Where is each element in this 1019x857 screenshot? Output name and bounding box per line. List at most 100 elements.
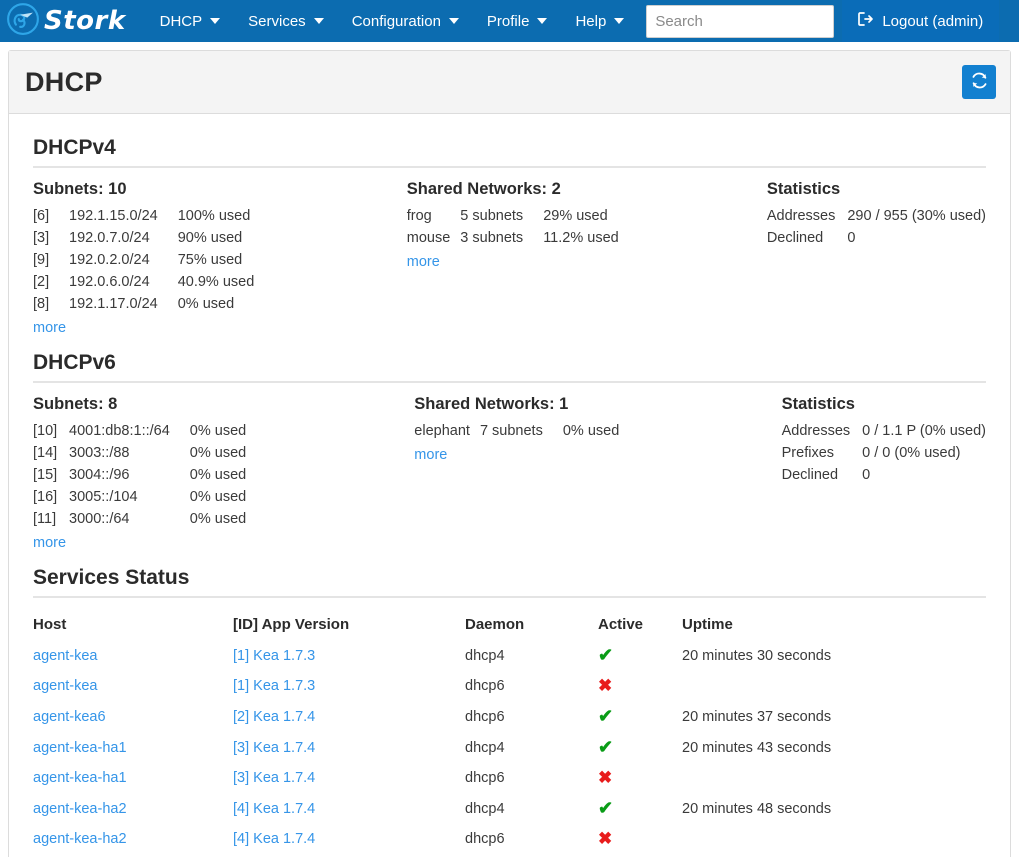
table-row: [3] 192.0.7.0/24 90% used (33, 227, 254, 249)
app-version-link[interactable]: [2] Kea 1.7.4 (233, 709, 315, 725)
table-row: Addresses 290 / 955 (30% used) (767, 205, 986, 227)
table-row: mouse 3 subnets 11.2% used (407, 227, 619, 249)
subnet-utilization: 0% used (189, 511, 247, 527)
nav-item-configuration[interactable]: Configuration (338, 0, 473, 42)
app-version-link[interactable]: [1] Kea 1.7.3 (233, 678, 315, 694)
stat-value: 0 (847, 230, 856, 246)
logout-button-label: Logout (admin) (882, 12, 984, 30)
dhcpv4-shared-networks-heading: Shared Networks: 2 (406, 180, 561, 198)
subnet-cidr: 3004::/96 (69, 467, 130, 483)
table-row: agent-kea6 [2] Kea 1.7.4 dhcp6 ✔ 20 minu… (33, 701, 986, 732)
subnet-id: [15] (33, 467, 58, 483)
table-row: [15] 3004::/96 0% used (33, 464, 246, 486)
host-link[interactable]: agent-kea-ha1 (33, 770, 127, 786)
refresh-button[interactable] (962, 65, 996, 99)
dhcpv4-subnets-heading: Subnets: 10 (33, 180, 127, 198)
section-title-dhcpv4: DHCPv4 (33, 136, 116, 159)
shared-network-utilization: 11.2% used (543, 230, 619, 246)
daemon-name: dhcp6 (465, 770, 505, 786)
table-row: [6] 192.1.15.0/24 100% used (33, 205, 254, 227)
dhcpv4-subnets-more-link[interactable]: more (33, 320, 66, 336)
dhcpv4-statistics-table: Addresses 290 / 955 (30% used) Declined … (767, 205, 986, 249)
subnet-cidr: 192.0.7.0/24 (69, 230, 150, 246)
cross-icon: ✖ (598, 768, 613, 787)
subnet-utilization: 100% used (177, 208, 251, 224)
table-row: [14] 3003::/88 0% used (33, 442, 246, 464)
dhcpv4-shared-networks-table: frog 5 subnets 29% used mouse 3 subnets … (407, 205, 619, 249)
cross-icon: ✖ (598, 676, 613, 695)
stat-label: Prefixes (781, 445, 835, 461)
table-row: agent-kea-ha1 [3] Kea 1.7.4 dhcp6 ✖ (33, 763, 986, 793)
host-link[interactable]: agent-kea-ha1 (33, 740, 127, 756)
dhcpv6-shared-networks-more-link[interactable]: more (414, 447, 447, 463)
daemon-name: dhcp6 (465, 831, 505, 847)
subnet-utilization: 40.9% used (177, 274, 255, 290)
dhcpv6-shared-networks-panel: Shared Networks: 1 elephant 7 subnets 0%… (414, 395, 781, 552)
host-link[interactable]: agent-kea (33, 648, 98, 664)
host-link[interactable]: agent-kea (33, 678, 98, 694)
app-version-link[interactable]: [3] Kea 1.7.4 (233, 770, 315, 786)
stat-value: 290 / 955 (30% used) (847, 208, 986, 224)
card-header: DHCP (9, 51, 1010, 114)
nav-item-services[interactable]: Services (234, 0, 338, 42)
dhcpv4-statistics-panel: Statistics Addresses 290 / 955 (30% used… (767, 180, 986, 337)
daemon-name: dhcp6 (465, 678, 505, 694)
app-version-link[interactable]: [4] Kea 1.7.4 (233, 831, 315, 847)
search-input[interactable] (646, 4, 835, 38)
dhcp-dashboard-card: DHCP DHCPv4 Subnets: 10 [6] 192.1.15.0/2… (8, 50, 1011, 857)
nav-item-dhcp[interactable]: DHCP (146, 0, 235, 42)
shared-network-name: frog (406, 208, 432, 224)
shared-network-utilization: 0% used (562, 423, 620, 439)
section-title-services-status: Services Status (33, 566, 190, 589)
nav-item-help[interactable]: Help (561, 0, 638, 42)
brand-logo[interactable]: Stork (0, 0, 130, 42)
dhcpv4-shared-networks-more-link[interactable]: more (407, 254, 440, 270)
column-header-active: Active (598, 616, 644, 633)
stat-value: 0 / 0 (0% used) (862, 445, 961, 461)
uptime-value: 20 minutes 30 seconds (682, 647, 832, 664)
app-version-link[interactable]: [3] Kea 1.7.4 (233, 740, 315, 756)
app-version-link[interactable]: [1] Kea 1.7.3 (233, 648, 315, 664)
nav-item-profile[interactable]: Profile (473, 0, 562, 42)
table-row: [10] 4001:db8:1::/64 0% used (33, 420, 246, 442)
stat-label: Declined (766, 230, 824, 246)
logout-button[interactable]: Logout (admin) (842, 0, 1000, 42)
subnet-utilization: 0% used (189, 467, 247, 483)
chevron-down-icon (614, 18, 625, 24)
table-row: agent-kea-ha2 [4] Kea 1.7.4 dhcp4 ✔ 20 m… (33, 793, 986, 824)
column-header-uptime: Uptime (682, 616, 733, 633)
stat-value: 0 / 1.1 P (0% used) (862, 423, 986, 439)
host-link[interactable]: agent-kea6 (33, 709, 106, 725)
table-row: elephant 7 subnets 0% used (414, 420, 619, 442)
column-header-host: Host (33, 616, 67, 633)
subnet-utilization: 0% used (189, 489, 247, 505)
shared-network-subnets: 5 subnets (460, 208, 524, 224)
daemon-name: dhcp4 (465, 739, 505, 756)
section-divider (33, 166, 986, 168)
check-icon: ✔ (598, 706, 614, 726)
uptime-value: 20 minutes 43 seconds (682, 739, 832, 756)
nav-item-label: Help (575, 12, 607, 30)
section-divider (33, 596, 986, 598)
brand-name: Stork (44, 6, 126, 36)
section-title-dhcpv6: DHCPv6 (33, 351, 116, 374)
host-link[interactable]: agent-kea-ha2 (33, 831, 127, 847)
subnet-utilization: 0% used (177, 296, 235, 312)
table-row: [9] 192.0.2.0/24 75% used (33, 249, 254, 271)
dhcpv6-subnets-more-link[interactable]: more (33, 535, 66, 551)
app-version-link[interactable]: [4] Kea 1.7.4 (233, 801, 315, 817)
subnet-utilization: 0% used (189, 445, 247, 461)
services-status-section: Services Status Host [ID] App Version Da… (25, 566, 994, 854)
dhcpv6-section: DHCPv6 Subnets: 8 [10] 4001:db8:1::/64 0… (25, 351, 994, 558)
host-link[interactable]: agent-kea-ha2 (33, 801, 127, 817)
subnet-id: [3] (33, 230, 50, 246)
table-row: agent-kea-ha2 [4] Kea 1.7.4 dhcp6 ✖ (33, 824, 986, 854)
chevron-down-icon (537, 18, 548, 24)
subnet-cidr: 192.1.17.0/24 (69, 296, 158, 312)
dhcpv6-shared-networks-heading: Shared Networks: 1 (414, 395, 569, 413)
uptime-value (682, 763, 986, 793)
nav-item-label: Profile (486, 12, 530, 30)
top-navbar: Stork DHCP Services Configuration Profil… (0, 0, 1019, 42)
table-row: Declined 0 (767, 227, 986, 249)
check-icon: ✔ (598, 645, 614, 665)
